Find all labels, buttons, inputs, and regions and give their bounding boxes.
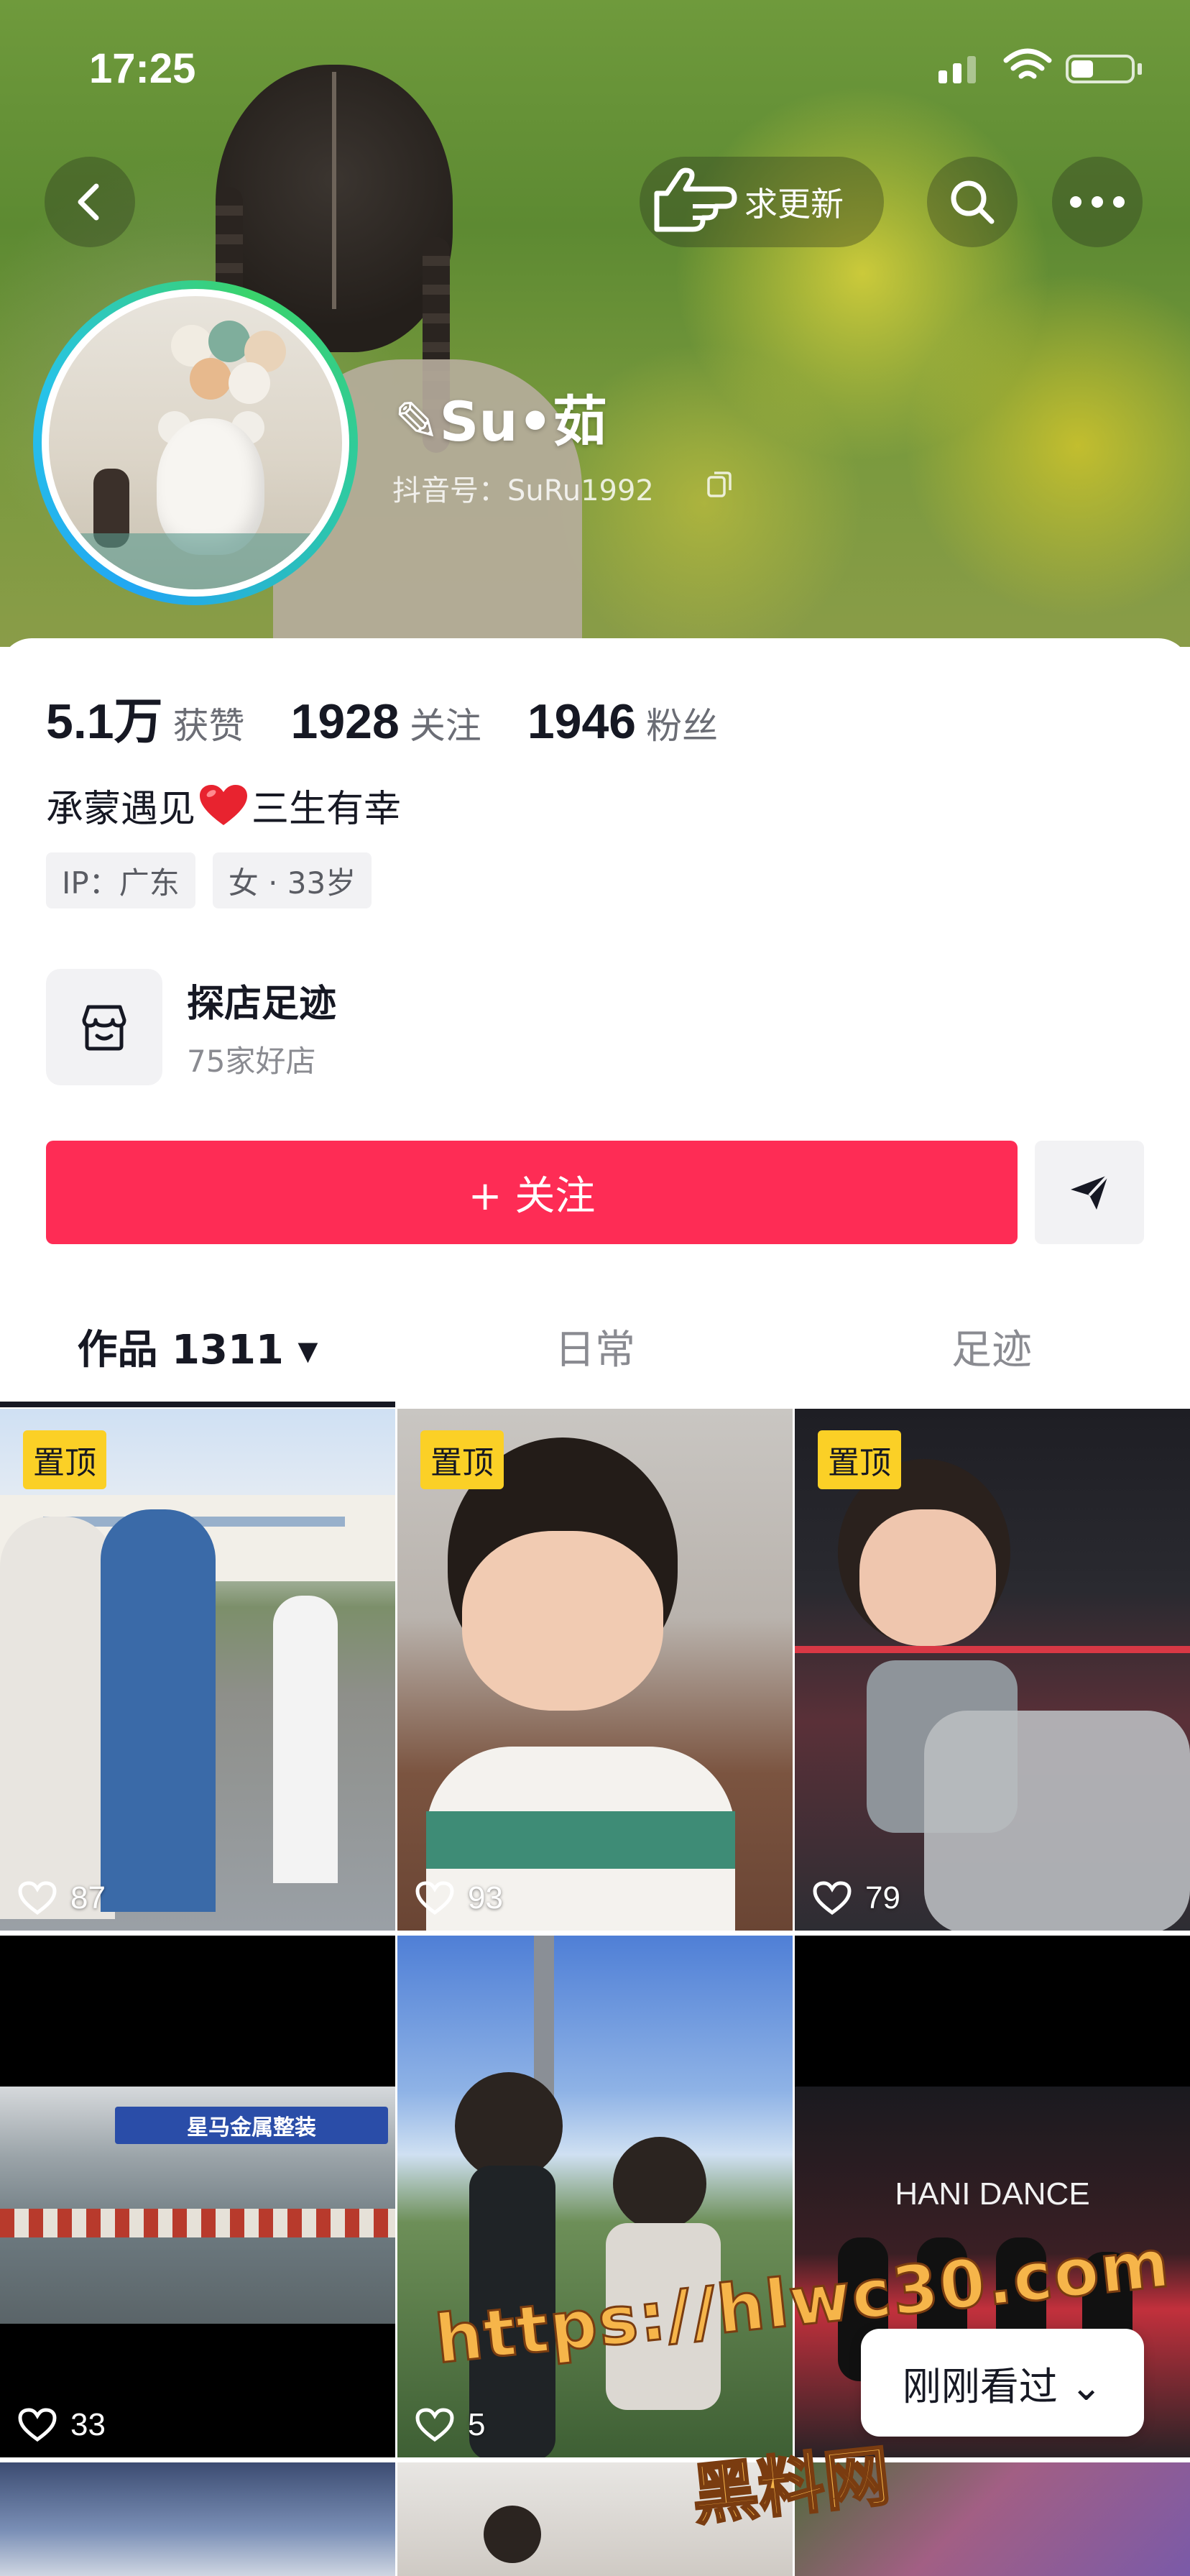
status-icons (934, 47, 1143, 83)
heart-outline-icon (813, 1881, 852, 1915)
douyin-id: 抖音号：SuRu1992 (392, 474, 654, 507)
video-thumbnail[interactable]: 置顶 79 (795, 1409, 1190, 1931)
banner-text: 星马金属整装 (115, 2107, 388, 2144)
likes-count-text: 33 (70, 2407, 106, 2442)
profile-stats: 5.1万 获赞 1928 关注 1946 粉丝 (46, 681, 764, 753)
paper-plane-icon (1071, 1174, 1110, 1210)
avatar[interactable] (33, 280, 358, 605)
storefront-icon (82, 1005, 126, 1051)
cover-photo-detail (332, 72, 336, 309)
tab-footprints[interactable]: 足迹 (793, 1285, 1190, 1407)
request-update-button[interactable]: 求更新 (640, 157, 884, 247)
video-likes: 79 (812, 1880, 900, 1916)
active-tab-indicator (0, 1402, 395, 1407)
heart-outline-icon (18, 1881, 57, 1915)
signal-icon (967, 56, 976, 83)
more-button[interactable] (1052, 157, 1143, 247)
profile-bio: 承蒙遇见 三生有幸 (46, 778, 401, 832)
shop-title: 探店足迹 (187, 983, 337, 1026)
shop-icon-box (46, 969, 162, 1085)
pinned-badge: 置顶 (818, 1430, 901, 1489)
overlay-text: HANI DANCE (895, 2176, 1090, 2212)
battery-icon (1138, 63, 1142, 75)
video-likes: 33 (17, 2407, 106, 2443)
signal-icon (953, 63, 961, 83)
pinned-badge: 置顶 (23, 1430, 106, 1489)
search-icon (951, 180, 995, 224)
search-button[interactable] (927, 157, 1018, 247)
request-update-label: 求更新 (744, 185, 844, 224)
video-likes: 87 (17, 1880, 106, 1916)
status-time: 17:25 (89, 45, 196, 92)
video-thumbnail[interactable]: 置顶 93 (397, 1409, 793, 1931)
video-thumbnail[interactable]: 星马金属整装 33 (0, 1936, 395, 2457)
shop-visits-entry[interactable]: 探店足迹 75家好店 (46, 969, 336, 1085)
pointing-hand-icon (654, 167, 737, 232)
stat-value: 5.1万 (46, 694, 163, 749)
stat-label: 关注 (409, 705, 481, 747)
battery-icon (1066, 55, 1135, 83)
followers-count[interactable]: 1946 粉丝 (527, 694, 718, 750)
likes-count-text: 87 (70, 1880, 106, 1915)
video-thumbnail[interactable]: 置顶 87 (0, 1409, 395, 1931)
gender-age-tag: 女 · 33岁 (212, 852, 372, 908)
video-thumbnail[interactable] (0, 2462, 395, 2576)
recently-viewed-button[interactable]: 刚刚看过 ⌄ (861, 2329, 1144, 2437)
profile-tags: IP：广东 女 · 33岁 (46, 852, 389, 908)
likes-count-text: 93 (468, 1880, 503, 1915)
stat-label: 粉丝 (646, 705, 719, 747)
stat-value: 1928 (290, 694, 400, 749)
likes-count-text: 5 (468, 2407, 486, 2442)
bio-text: 三生有幸 (252, 788, 402, 831)
heart-outline-icon (415, 2408, 454, 2442)
ip-location-tag: IP：广东 (46, 852, 195, 908)
profile-nickname: ✎Su•茹 (394, 390, 608, 454)
stat-label: 获赞 (172, 705, 245, 747)
signal-icon (938, 70, 947, 83)
video-likes: 5 (415, 2407, 485, 2443)
tab-daily[interactable]: 日常 (397, 1285, 793, 1407)
likes-count[interactable]: 5.1万 获赞 (46, 681, 245, 753)
stat-value: 1946 (527, 694, 637, 749)
heart-outline-icon (18, 2408, 57, 2442)
more-dots-icon (1070, 196, 1125, 208)
follow-button[interactable]: + 关注 (46, 1141, 1018, 1244)
tab-works[interactable]: 作品 1311 ▾ (0, 1285, 395, 1407)
likes-count-text: 79 (865, 1880, 900, 1915)
wifi-icon (1003, 48, 1052, 79)
video-thumbnail[interactable]: 5 (397, 1936, 793, 2457)
following-count[interactable]: 1928 关注 (291, 694, 481, 750)
copy-icon[interactable] (706, 470, 734, 499)
chevron-left-icon (78, 183, 99, 221)
heart-emoji-icon (200, 784, 248, 825)
profile-info-card: 5.1万 获赞 1928 关注 1946 粉丝 承蒙遇见 三生有幸 IP：广东 … (0, 638, 1190, 1407)
pinned-badge: 置顶 (420, 1430, 504, 1489)
avatar-image (49, 296, 342, 589)
send-message-button[interactable] (1035, 1141, 1144, 1244)
bio-text: 承蒙遇见 (46, 788, 196, 831)
back-button[interactable] (45, 157, 135, 247)
content-tabs: 作品 1311 ▾ 日常 足迹 (0, 1285, 1190, 1407)
heart-outline-icon (415, 1881, 454, 1915)
shop-subtitle: 75家好店 (187, 1044, 316, 1079)
video-likes: 93 (415, 1880, 503, 1916)
